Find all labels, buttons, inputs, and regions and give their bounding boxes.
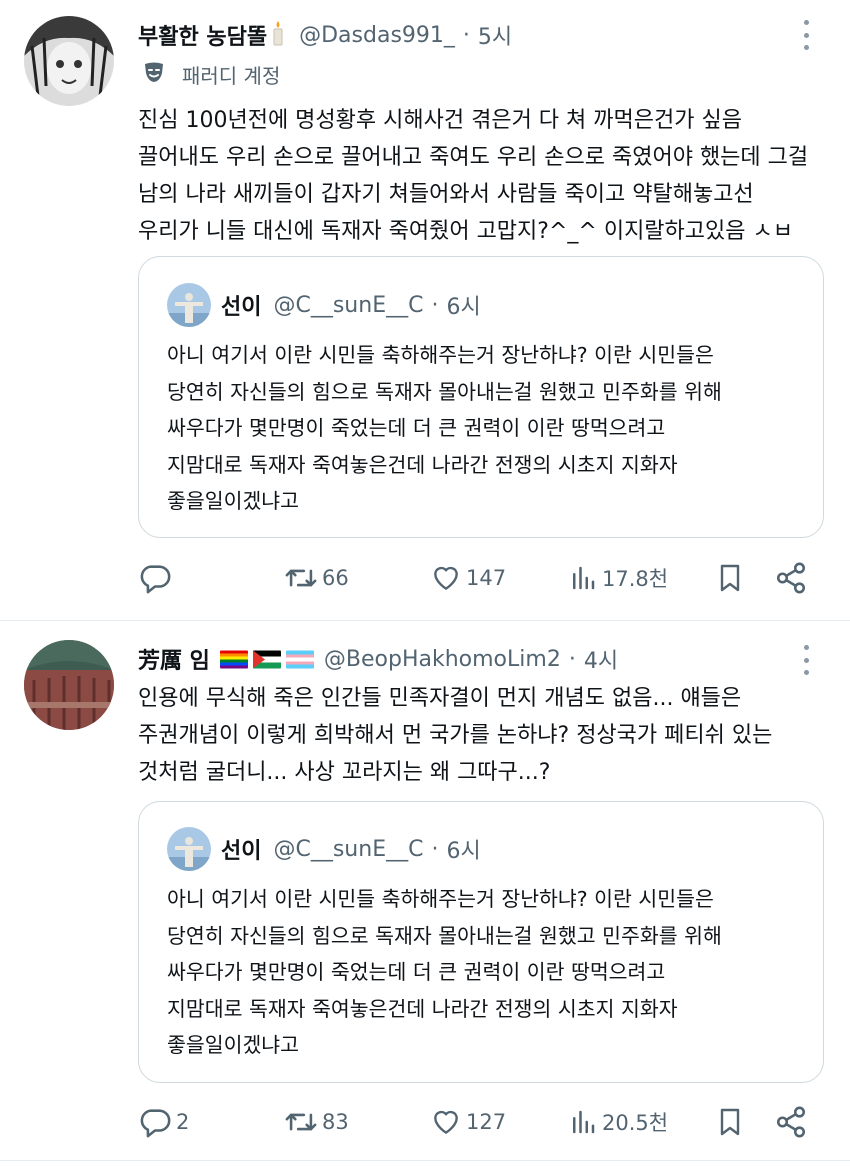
like-count: 147 — [466, 566, 507, 590]
quoted-tweet-text: 아니 여기서 이란 시민들 축하해주는거 장난하냐? 이란 시민들은 당연히 자… — [167, 343, 722, 513]
parody-label-text: 패러디 계정 — [182, 63, 281, 88]
display-name[interactable]: 부활한 농담똘 — [138, 19, 267, 51]
display-name[interactable]: 선이 — [221, 833, 261, 865]
separator-dot: · — [462, 22, 470, 48]
views-icon — [568, 1107, 598, 1137]
views-icon — [568, 563, 598, 593]
view-count: 17.8천 — [602, 567, 669, 591]
transgender-flag-icon — [285, 650, 314, 669]
retweet-icon — [284, 561, 318, 595]
reply-icon — [138, 561, 172, 595]
avatar[interactable] — [167, 827, 211, 871]
reply-button[interactable]: 2 — [138, 1102, 189, 1142]
more-icon[interactable] — [802, 645, 810, 675]
handle[interactable]: @C__sunE__C — [273, 293, 423, 318]
bookmark-icon — [714, 562, 746, 594]
more-icon[interactable] — [802, 20, 810, 50]
avatar[interactable] — [24, 640, 114, 730]
reply-count: 2 — [176, 1110, 190, 1134]
retweet-button[interactable]: 83 — [284, 1102, 349, 1142]
tweet-2[interactable]: 芳厲 임 @BeopHakhomoLim2 · 4시 인용에 무식해 죽은 인간… — [0, 621, 850, 1176]
parody-mask-icon — [142, 60, 166, 88]
tweet-1[interactable]: 부활한 농담똘 @Dasdas991_ · 5시 패러디 계정 진심 100년전… — [0, 0, 850, 620]
bookmark-button[interactable] — [714, 1102, 746, 1142]
retweet-button[interactable]: 66 — [284, 558, 349, 598]
reply-button[interactable] — [138, 558, 176, 598]
candle-icon — [271, 20, 285, 50]
share-button[interactable] — [774, 1102, 808, 1142]
palestine-flag-icon — [252, 650, 281, 669]
retweet-icon — [284, 1105, 318, 1139]
action-bar: 66 147 17.8천 — [0, 558, 850, 598]
views-button[interactable]: 17.8천 — [568, 558, 668, 598]
handle[interactable]: @Dasdas991_ — [299, 23, 455, 48]
view-count: 20.5천 — [602, 1111, 669, 1135]
like-button[interactable]: 127 — [430, 1102, 506, 1142]
quoted-tweet[interactable]: 선이 @C__sunE__C · 6시 아니 여기서 이란 시민들 축하해주는거… — [138, 801, 824, 1083]
timestamp[interactable]: 6시 — [446, 833, 480, 865]
like-button[interactable]: 147 — [430, 558, 506, 598]
share-icon — [774, 561, 808, 595]
like-icon — [430, 562, 462, 594]
bookmark-button[interactable] — [714, 558, 746, 598]
action-bar: 2 83 127 20.5천 — [0, 1102, 850, 1142]
retweet-count: 83 — [322, 1110, 349, 1134]
views-button[interactable]: 20.5천 — [568, 1102, 668, 1142]
like-icon — [430, 1106, 462, 1138]
retweet-count: 66 — [322, 566, 349, 590]
handle[interactable]: @BeopHakhomoLim2 — [324, 647, 561, 672]
parody-label: 패러디 계정 — [142, 60, 280, 88]
tweet-text: 인용에 무식해 죽은 인간들 민족자결이 먼지 개념도 없음... 얘들은 주권… — [138, 686, 773, 785]
display-name[interactable]: 선이 — [221, 289, 261, 321]
handle[interactable]: @C__sunE__C — [273, 837, 423, 862]
reply-icon — [138, 1105, 172, 1139]
separator-dot: · — [431, 836, 439, 862]
quoted-tweet-text: 아니 여기서 이란 시민들 축하해주는거 장난하냐? 이란 시민들은 당연히 자… — [167, 887, 722, 1057]
separator-dot: · — [431, 292, 439, 318]
like-count: 127 — [466, 1110, 507, 1134]
timestamp[interactable]: 4시 — [584, 643, 618, 675]
divider — [0, 1160, 850, 1161]
timestamp[interactable]: 6시 — [446, 289, 480, 321]
tweet-text: 진심 100년전에 명성황후 시해사건 겪은거 다 쳐 까먹은건가 싶음 끌어내… — [138, 108, 809, 244]
timestamp[interactable]: 5시 — [478, 19, 512, 51]
avatar[interactable] — [167, 283, 211, 327]
avatar[interactable] — [24, 16, 114, 106]
bookmark-icon — [714, 1106, 746, 1138]
display-name[interactable]: 芳厲 임 — [138, 643, 210, 675]
rainbow-flag-icon — [219, 650, 248, 669]
separator-dot: · — [568, 646, 576, 672]
share-icon — [774, 1105, 808, 1139]
quoted-tweet[interactable]: 선이 @C__sunE__C · 6시 아니 여기서 이란 시민들 축하해주는거… — [138, 256, 824, 538]
share-button[interactable] — [774, 558, 808, 598]
